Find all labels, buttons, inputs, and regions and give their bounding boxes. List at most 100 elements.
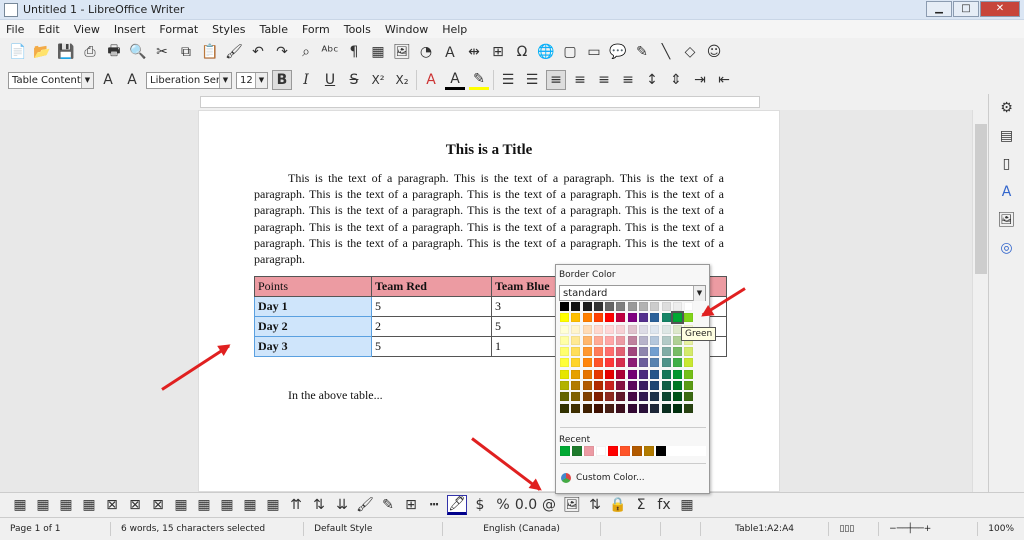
bold-button[interactable]: B [272,70,292,90]
color-swatch[interactable] [582,358,592,368]
color-swatch[interactable] [560,302,569,311]
new-style-icon[interactable]: A [122,70,142,90]
toolbar-icon[interactable]: ▦ [368,42,388,62]
color-swatch[interactable] [639,324,649,334]
color-swatch[interactable] [593,302,603,311]
subscript-button[interactable]: X₂ [392,70,412,90]
color-swatch[interactable] [593,381,603,391]
color-swatch[interactable] [672,302,682,311]
vertical-scrollbar[interactable] [972,110,988,492]
color-swatch[interactable] [627,403,637,413]
color-swatch[interactable] [616,335,626,345]
table-tool-icon[interactable]: ⊠ [148,495,168,515]
toolbar-icon[interactable]: ↶ [248,42,268,62]
toolbar-icon[interactable]: ▢ [560,42,580,62]
view-layout-icons[interactable]: ▯▯▯ [829,522,880,536]
table-tool-icon[interactable]: ▦ [79,495,99,515]
color-swatch[interactable] [661,369,671,379]
table-tool-icon[interactable]: @ [539,495,559,515]
color-swatch[interactable] [605,381,615,391]
paragraph-style-select[interactable]: Table Contents ▼ [8,71,94,89]
recent-color-swatch[interactable] [560,446,570,456]
color-swatch[interactable] [582,381,592,391]
menu-tools[interactable]: Tools [344,23,371,36]
recent-color-swatch[interactable] [608,446,618,456]
page-style[interactable]: Default Style [304,522,443,536]
recent-color-swatch[interactable] [620,446,630,456]
color-swatch[interactable] [627,313,637,323]
color-swatch[interactable] [639,381,649,391]
after-text[interactable]: In the above table... [288,388,383,403]
color-swatch[interactable] [605,302,615,311]
toolbar-icon[interactable]: 📄 [8,42,28,62]
toolbar-icon[interactable]: ⧉ [176,42,196,62]
color-swatch[interactable] [684,369,694,379]
color-swatch[interactable] [650,302,660,311]
color-swatch[interactable] [684,381,694,391]
menu-file[interactable]: File [6,23,24,36]
table-header-cell[interactable]: Team Red [371,276,492,297]
color-swatch[interactable] [661,302,671,311]
font-color-icon[interactable]: A [445,70,465,90]
table-tool-icon[interactable]: 🖌 [355,495,375,515]
color-swatch[interactable] [650,313,660,323]
paragraph[interactable]: This is the text of a paragraph. This is… [254,170,724,267]
color-swatch[interactable] [627,347,637,357]
color-swatch[interactable] [650,369,660,379]
color-swatch[interactable] [672,392,682,402]
strikethrough-button[interactable]: S [344,70,364,90]
color-swatch[interactable] [616,313,626,323]
color-swatch[interactable] [661,403,671,413]
table-tool-icon[interactable]: $ [470,495,490,515]
color-swatch[interactable] [639,347,649,357]
italic-button[interactable]: I [296,70,316,90]
color-swatch[interactable] [639,313,649,323]
color-swatch[interactable] [616,369,626,379]
superscript-button[interactable]: X² [368,70,388,90]
color-swatch[interactable] [670,311,684,325]
color-swatch[interactable] [560,369,569,379]
color-swatch[interactable] [605,347,615,357]
close-button[interactable]: ✕ [980,1,1020,17]
color-swatch[interactable] [639,369,649,379]
color-swatch[interactable] [684,392,694,402]
color-swatch[interactable] [605,335,615,345]
toolbar-icon[interactable]: ⊞ [488,42,508,62]
custom-color-button[interactable]: Custom Color... [561,473,645,483]
color-swatch[interactable] [684,403,694,413]
color-swatch[interactable] [661,381,671,391]
color-swatch[interactable] [560,381,569,391]
chevron-down-icon[interactable]: ▼ [219,72,231,88]
table-tool-icon[interactable]: 🖼 [562,495,582,515]
scrollbar-thumb[interactable] [975,124,987,274]
menu-styles[interactable]: Styles [212,23,245,36]
color-swatch[interactable] [593,392,603,402]
color-swatch[interactable] [627,358,637,368]
color-swatch[interactable] [639,302,649,311]
color-swatch[interactable] [627,381,637,391]
color-swatch[interactable] [605,358,615,368]
toolbar-icon[interactable]: Ω [512,42,532,62]
toolbar-icon[interactable]: ⇹ [464,42,484,62]
color-swatch[interactable] [582,302,592,311]
color-swatch[interactable] [582,403,592,413]
color-swatch[interactable] [593,335,603,345]
color-swatch[interactable] [582,369,592,379]
table-tool-icon[interactable]: ⇅ [309,495,329,515]
table-tool-icon[interactable]: ▦ [240,495,260,515]
toolbar-icon[interactable]: ⎙ [80,42,100,62]
toolbar-icon[interactable]: ◔ [416,42,436,62]
menu-help[interactable]: Help [442,23,467,36]
toolbar-icon[interactable]: ↷ [272,42,292,62]
color-swatch[interactable] [593,347,603,357]
toolbar-icon[interactable]: ✂ [152,42,172,62]
table-tool-icon[interactable]: ┅ [424,495,444,515]
toolbar-icon[interactable]: 🖼 [392,42,412,62]
menu-form[interactable]: Form [302,23,330,36]
recent-color-swatch[interactable] [596,446,606,456]
toolbar-icon[interactable]: 📋 [200,42,220,62]
recent-color-swatch[interactable] [656,446,666,456]
properties-icon[interactable]: ▤ [997,126,1017,146]
color-swatch[interactable] [582,347,592,357]
recent-color-swatch[interactable] [584,446,594,456]
